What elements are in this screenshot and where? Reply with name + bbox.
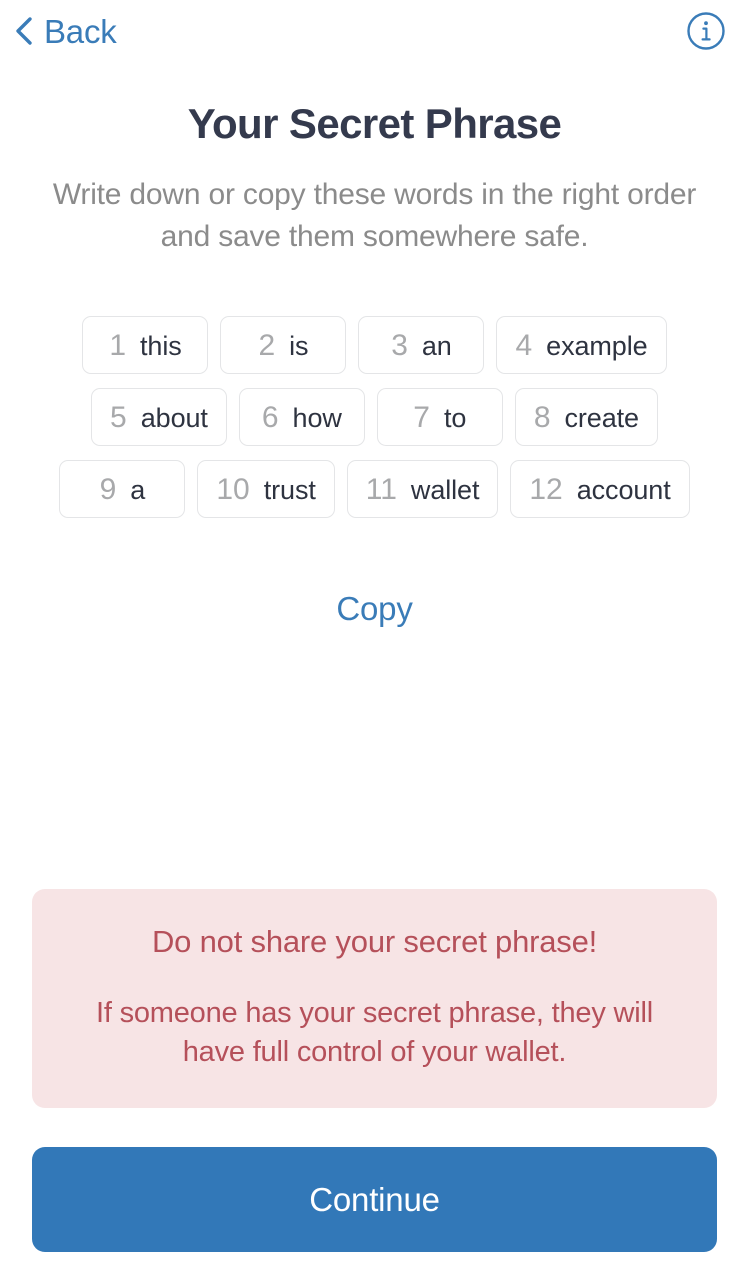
page-title: Your Secret Phrase <box>187 100 562 147</box>
secret-word-text: is <box>289 331 309 362</box>
secret-word-text: account <box>576 475 671 506</box>
secret-word-index: 2 <box>258 329 276 363</box>
secret-word-index: 1 <box>109 329 126 363</box>
page-subtitle: Write down or copy these words in the ri… <box>52 178 697 254</box>
chevron-left-icon <box>16 17 32 45</box>
secret-word-text: an <box>421 331 452 362</box>
secret-word-chip: 9a <box>59 460 186 519</box>
secret-word-text: create <box>564 403 640 434</box>
secret-word-index: 5 <box>110 401 127 435</box>
info-circle-icon[interactable] <box>685 10 727 52</box>
flexible-spacer <box>0 628 749 889</box>
warning-banner: Do not share your secret phrase! If some… <box>32 888 717 1108</box>
secret-phrase-screen: Back Your Secret Phrase Write down or co… <box>0 0 749 1282</box>
secret-word-chip: 1 this <box>82 316 209 375</box>
secret-word-chip: 4 example <box>496 316 667 375</box>
secret-word-chip: 10 trust <box>197 460 335 519</box>
secret-word-text: this <box>140 331 182 362</box>
warning-title: Do not share your secret phrase! <box>151 923 598 959</box>
secret-word-index: 11 <box>365 473 397 507</box>
footer-actions: Continue <box>32 1147 717 1252</box>
secret-word-index: 9 <box>99 473 117 507</box>
secret-word-text: a <box>130 475 146 506</box>
secret-word-chip: 11 wallet <box>346 460 499 519</box>
secret-word-text: example <box>546 331 648 362</box>
secret-word-chip: 5 about <box>91 388 227 447</box>
secret-word-text: wallet <box>410 475 480 506</box>
secret-word-text: to <box>443 403 467 434</box>
copy-row: Copy <box>0 590 749 628</box>
secret-word-chip: 12 account <box>510 460 690 519</box>
continue-button[interactable]: Continue <box>32 1147 717 1252</box>
secret-word-index: 7 <box>413 401 430 435</box>
secret-word-text: about <box>140 403 208 434</box>
secret-phrase-word-grid: 1 this 2 is 3 an 4 example 5 about 6 how 7 to 8 create 9… <box>26 316 723 519</box>
secret-word-text: trust <box>263 475 316 506</box>
secret-word-text: how <box>292 403 342 434</box>
secret-phrase-section: 1 this 2 is 3 an 4 example 5 about 6 how 7 to 8 create 9… <box>0 316 749 519</box>
copy-button[interactable]: Copy <box>336 590 412 628</box>
secret-word-chip: 6 how <box>238 388 365 447</box>
navigation-bar: Back <box>0 0 749 62</box>
warning-body: If someone has your secret phrase, they … <box>96 997 653 1068</box>
secret-word-index: 12 <box>529 473 563 507</box>
header-block: Your Secret Phrase Write down or copy th… <box>0 62 749 258</box>
secret-word-index: 3 <box>391 329 408 363</box>
secret-word-index: 10 <box>216 473 250 507</box>
secret-word-index: 6 <box>261 401 279 435</box>
secret-word-chip: 8 create <box>514 388 658 447</box>
secret-word-index: 4 <box>515 329 533 363</box>
back-button-label: Back <box>44 12 117 50</box>
back-button[interactable]: Back <box>14 15 117 48</box>
secret-word-index: 8 <box>533 401 551 435</box>
secret-word-chip: 3 an <box>358 316 485 375</box>
secret-word-chip: 7 to <box>376 388 503 447</box>
secret-word-chip: 2 is <box>220 316 347 375</box>
